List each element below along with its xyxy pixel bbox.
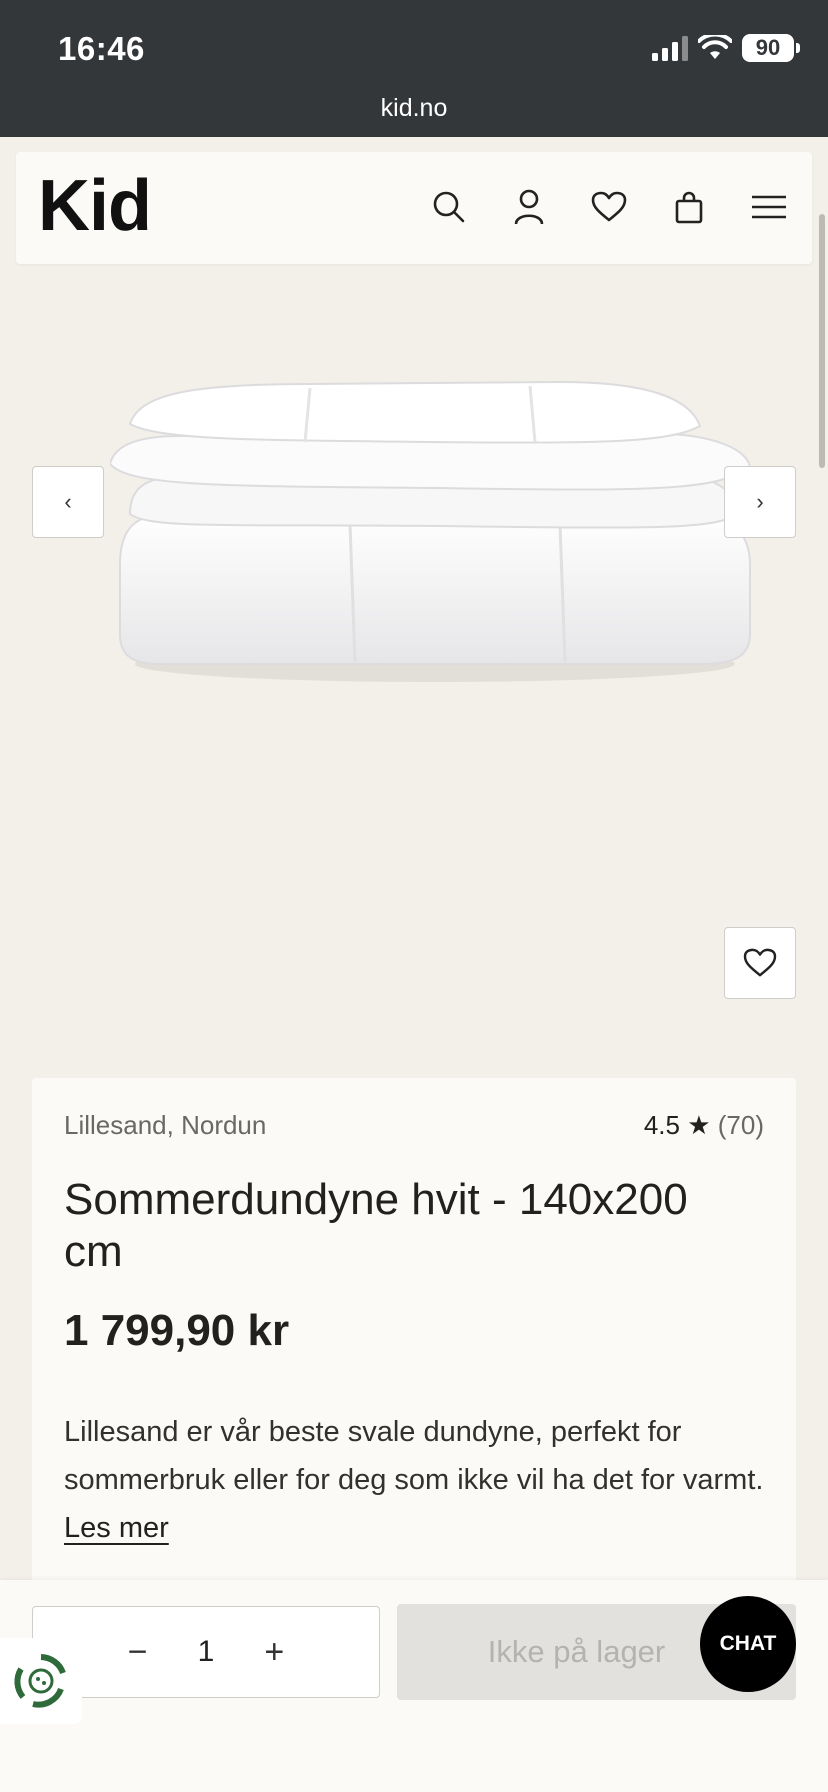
rating-count: (70)	[717, 1110, 764, 1140]
header-actions	[424, 182, 794, 232]
site-logo[interactable]: Kid	[38, 170, 152, 242]
cellular-signal-icon	[652, 35, 688, 61]
recycle-icon	[14, 1654, 66, 1708]
eco-badge[interactable]	[0, 1638, 82, 1724]
description-text: Lillesand er vår beste svale dundyne, pe…	[64, 1416, 764, 1496]
browser-chrome: 16:46 90 kid.no	[0, 0, 828, 137]
product-title: Sommerdundyne hvit - 140x200 cm	[64, 1175, 688, 1276]
product-price: 1 799,90 kr	[64, 1306, 290, 1355]
product-brand[interactable]: Lillesand, Nordun	[64, 1110, 266, 1141]
menu-icon[interactable]	[744, 182, 794, 232]
star-icon: ★	[687, 1110, 711, 1140]
heart-icon	[743, 948, 777, 977]
increase-quantity-button[interactable]: +	[264, 1633, 284, 1672]
gallery-prev-button[interactable]: ‹	[32, 466, 104, 538]
wifi-icon	[698, 35, 732, 59]
product-rating[interactable]: 4.5 ★ (70)	[644, 1110, 764, 1141]
decrease-quantity-button[interactable]: −	[128, 1633, 148, 1672]
product-gallery: ‹ ›	[0, 264, 828, 1064]
status-icons: 90	[652, 34, 800, 62]
site-header: Kid	[16, 152, 812, 264]
battery-indicator: 90	[742, 34, 800, 62]
product-description: Lillesand er vår beste svale dundyne, pe…	[64, 1408, 764, 1552]
product-image-duvet	[110, 380, 752, 682]
search-icon[interactable]	[424, 182, 474, 232]
add-to-wishlist-button[interactable]	[724, 927, 796, 999]
address-bar[interactable]: kid.no	[0, 94, 828, 123]
gallery-next-button[interactable]: ›	[724, 466, 796, 538]
heart-icon[interactable]	[584, 182, 634, 232]
rating-value: 4.5	[643, 1110, 680, 1140]
chat-button[interactable]: CHAT	[700, 1596, 796, 1692]
quantity-value[interactable]: 1	[198, 1635, 215, 1669]
read-more-link[interactable]: Les mer	[64, 1512, 169, 1544]
sticky-purchase-bar: − 1 + Ikke på lager	[0, 1580, 828, 1792]
quantity-stepper: − 1 +	[32, 1606, 380, 1698]
account-icon[interactable]	[504, 182, 554, 232]
bag-icon[interactable]	[664, 182, 714, 232]
status-time: 16:46	[58, 30, 145, 67]
